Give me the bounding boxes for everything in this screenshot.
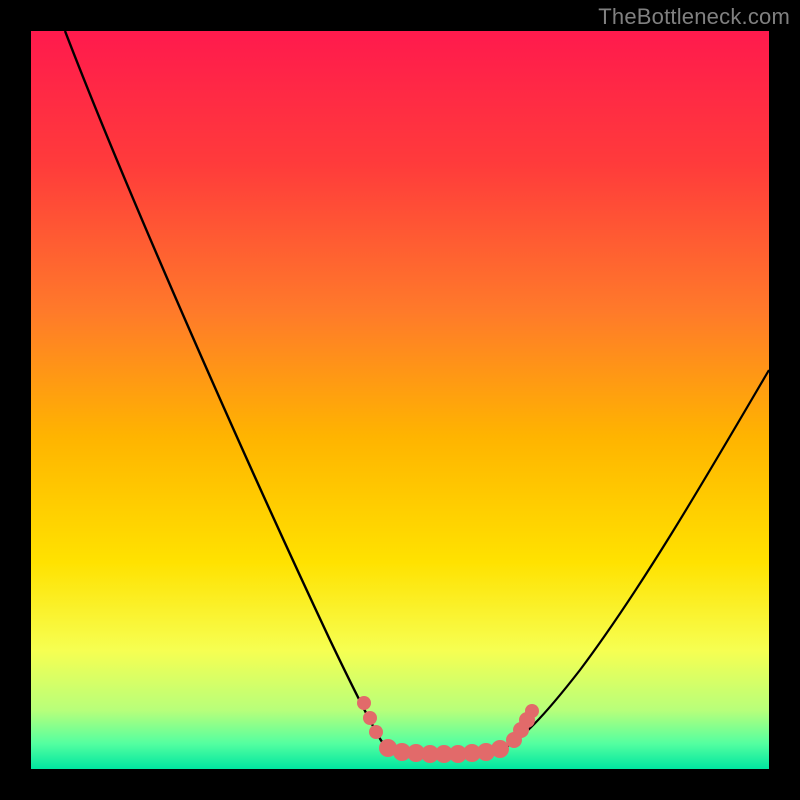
- marker-dot: [525, 704, 539, 718]
- marker-dot: [357, 696, 371, 710]
- watermark-text: TheBottleneck.com: [598, 4, 790, 30]
- chart-svg: [0, 0, 800, 800]
- marker-dot: [369, 725, 383, 739]
- plot-background: [31, 31, 769, 769]
- chart-frame: { "watermark": "TheBottleneck.com", "cha…: [0, 0, 800, 800]
- marker-dot: [363, 711, 377, 725]
- marker-dot: [491, 740, 509, 758]
